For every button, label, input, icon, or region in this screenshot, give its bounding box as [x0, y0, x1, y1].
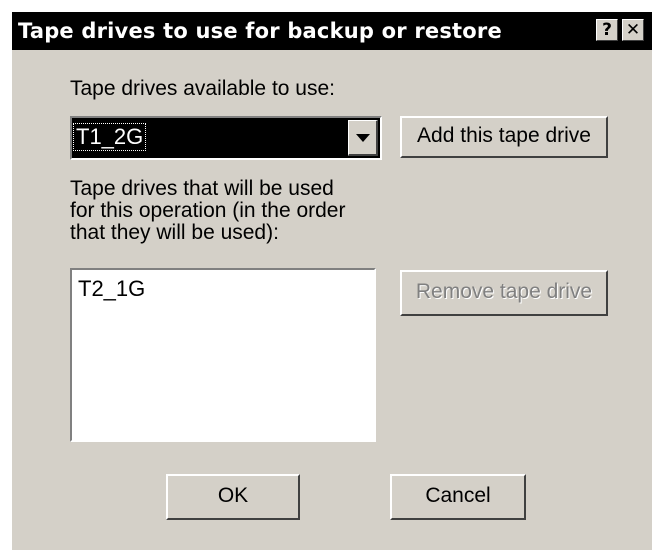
selected-drive-value: T1_2G	[72, 123, 147, 151]
list-item[interactable]: T2_1G	[78, 276, 145, 302]
chevron-down-icon	[356, 134, 370, 142]
dialog-title: Tape drives to use for backup or restore	[18, 19, 502, 43]
help-icon[interactable]: ?	[596, 19, 618, 41]
used-drives-label-line-1: Tape drives that will be used	[70, 177, 334, 200]
close-icon[interactable]: ✕	[622, 19, 644, 41]
available-drives-dropdown[interactable]: T1_2G	[70, 116, 382, 160]
dropdown-button[interactable]	[348, 120, 378, 156]
ok-button[interactable]: OK	[166, 474, 300, 520]
remove-tape-drive-button[interactable]: Remove tape drive	[400, 270, 608, 316]
available-drives-label: Tape drives available to use:	[70, 77, 335, 100]
used-drives-label-line-3: that they will be used):	[70, 221, 279, 244]
used-drives-label-line-2: for this operation (in the order	[70, 199, 346, 222]
add-tape-drive-button[interactable]: Add this tape drive	[400, 116, 608, 158]
tape-drives-dialog: Tape drives to use for backup or restore…	[10, 10, 652, 550]
cancel-button[interactable]: Cancel	[390, 474, 526, 520]
used-drives-list[interactable]: T2_1G	[70, 268, 376, 442]
title-bar: Tape drives to use for backup or restore…	[12, 12, 652, 50]
